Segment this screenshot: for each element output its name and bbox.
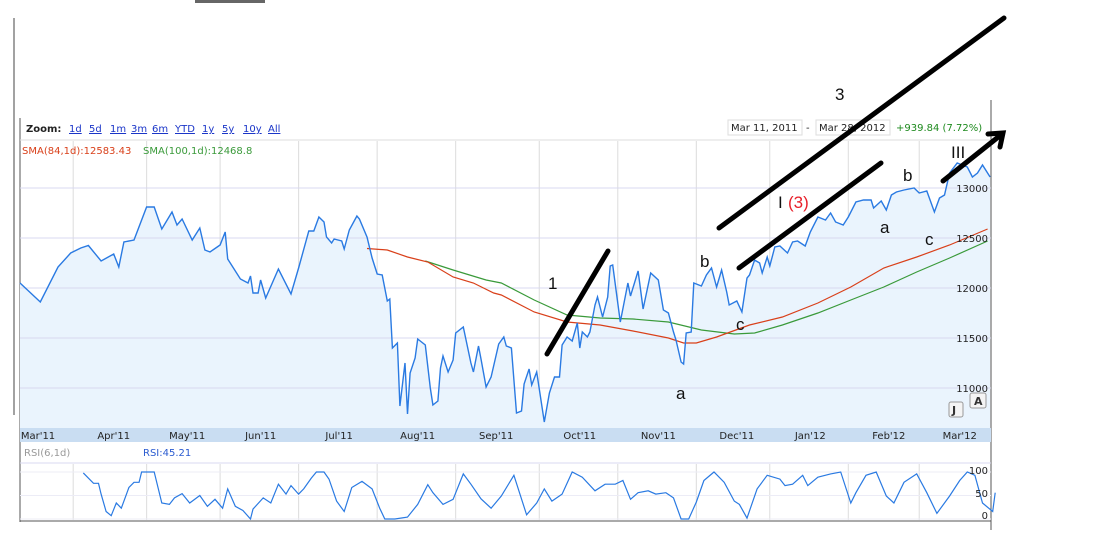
x-tick-label: May'11	[169, 431, 205, 442]
x-tick-label: Mar'11	[21, 431, 55, 442]
y-tick-label: 12500	[956, 234, 988, 245]
label-c1: c	[736, 315, 745, 334]
label-wave-i-sub: (3)	[788, 193, 809, 212]
rsi-tick-0: 0	[982, 511, 988, 522]
x-tick-label: Dec'11	[719, 431, 754, 442]
legend-sma100: SMA(100,1d):12468.8	[143, 146, 252, 157]
zoom-option-1y[interactable]: 1y	[202, 124, 214, 135]
flag-a-text: A	[974, 395, 983, 408]
y-tick-label: 12000	[956, 284, 988, 295]
x-tick-label: Apr'11	[97, 431, 130, 442]
zoom-options: 1d 5d 1m 3m 6m YTD 1y 5y 10y All	[69, 124, 280, 135]
x-tick-label: Jul'11	[324, 431, 353, 442]
date-from-text: Mar 11, 2011	[731, 123, 798, 134]
zoom-option-ytd[interactable]: YTD	[174, 124, 195, 135]
zoom-option-all[interactable]: All	[268, 124, 280, 135]
label-wave-1: 1	[548, 274, 557, 293]
legend-sma84: SMA(84,1d):12583.43	[22, 146, 131, 157]
zoom-option-1d[interactable]: 1d	[69, 124, 82, 135]
zoom-option-3m[interactable]: 3m	[131, 124, 147, 135]
zoom-option-10y[interactable]: 10y	[243, 124, 262, 135]
x-tick-label: Sep'11	[479, 431, 513, 442]
date-separator: -	[806, 123, 810, 134]
label-wave-i: I	[778, 193, 783, 212]
label-wave-iii: III	[951, 143, 965, 162]
stock-chart: Zoom: 1d 5d 1m 3m 6m YTD 1y 5y 10y All Mar 11, 20…	[13, 0, 1007, 530]
zoom-option-5y[interactable]: 5y	[222, 124, 234, 135]
x-tick-label: Jan'12	[794, 431, 826, 442]
rsi-title: RSI(6,1d)	[24, 448, 70, 459]
x-tick-label: Feb'12	[872, 431, 905, 442]
label-a2: a	[880, 218, 890, 237]
label-b2: b	[903, 166, 912, 185]
rsi-value: RSI:45.21	[143, 448, 191, 459]
rsi-tick-100: 100	[969, 466, 988, 477]
zoom-option-1m[interactable]: 1m	[110, 124, 126, 135]
flag-j-text: J	[951, 404, 956, 417]
zoom-option-5d[interactable]: 5d	[89, 124, 102, 135]
x-tick-label: Jun'11	[244, 431, 276, 442]
top-bar	[195, 0, 265, 3]
rsi-tick-50: 50	[975, 489, 988, 500]
x-tick-label: Mar'12	[943, 431, 977, 442]
zoom-option-6m[interactable]: 6m	[152, 124, 168, 135]
label-wave-3: 3	[835, 85, 844, 104]
change-value: +939.84 (7.72%)	[896, 123, 982, 134]
x-tick-label: Aug'11	[400, 431, 435, 442]
y-tick-label: 13000	[956, 184, 988, 195]
x-tick-label: Nov'11	[641, 431, 676, 442]
label-c2: c	[925, 230, 934, 249]
y-tick-label: 11500	[956, 334, 988, 345]
x-tick-label: Oct'11	[563, 431, 596, 442]
rsi-gridlines	[20, 464, 991, 520]
zoom-label: Zoom:	[26, 124, 61, 135]
label-a1: a	[676, 384, 686, 403]
label-b1: b	[700, 252, 709, 271]
